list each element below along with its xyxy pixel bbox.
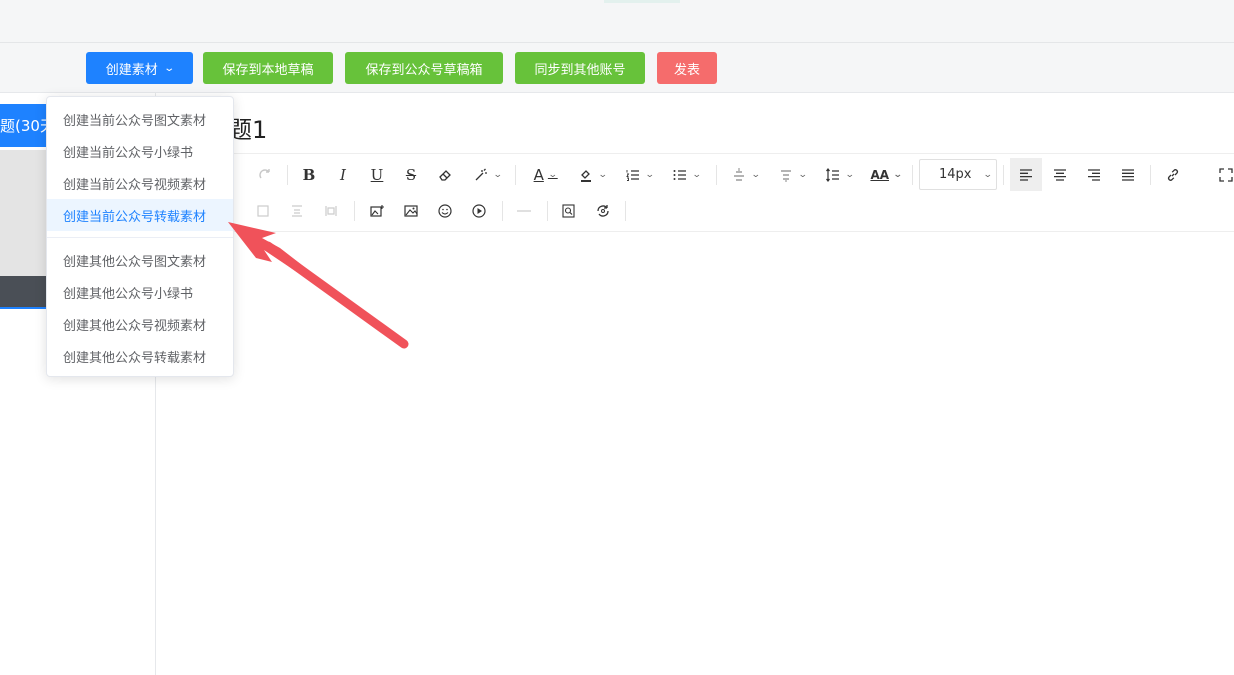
toolbar-divider xyxy=(1003,165,1004,185)
menu-item-current-green-book[interactable]: 创建当前公众号小绿书 xyxy=(47,135,233,167)
table-icon[interactable] xyxy=(286,199,308,223)
link-icon[interactable] xyxy=(1162,163,1184,187)
toolbar-divider xyxy=(547,201,548,221)
align-right-icon[interactable] xyxy=(1083,163,1105,187)
magic-format-icon[interactable]: ⌄ xyxy=(468,163,506,187)
emoji-icon[interactable] xyxy=(434,199,456,223)
top-header xyxy=(0,0,1234,43)
menu-item-current-video[interactable]: 创建当前公众号视频素材 xyxy=(47,167,233,199)
toolbar-bottom-border xyxy=(157,231,1234,232)
video-icon[interactable] xyxy=(468,199,490,223)
align-left-icon[interactable] xyxy=(1015,163,1037,187)
font-size-select[interactable]: 14px ⌄ xyxy=(919,159,997,190)
bold-icon[interactable]: B xyxy=(298,163,320,187)
article-tab-label: 题(30天 xyxy=(0,117,48,135)
toolbar-divider xyxy=(1150,165,1151,185)
outdent-icon[interactable]: ⌄ xyxy=(773,163,811,187)
font-family-icon[interactable]: AA ⌄ xyxy=(866,163,906,187)
toolbar-divider xyxy=(502,201,503,221)
menu-item-current-article[interactable]: 创建当前公众号图文素材 xyxy=(47,103,233,135)
fullscreen-icon[interactable] xyxy=(1218,163,1234,187)
strikethrough-icon[interactable]: S xyxy=(400,163,422,187)
eraser-icon[interactable] xyxy=(434,163,456,187)
menu-item-current-repost[interactable]: 创建当前公众号转载素材 xyxy=(47,199,233,231)
toolbar-divider xyxy=(716,165,717,185)
font-size-value: 14px xyxy=(939,167,972,182)
menu-divider xyxy=(47,237,233,238)
image-upload-icon[interactable] xyxy=(366,199,388,223)
tab-underline xyxy=(0,145,48,147)
save-local-draft-button[interactable]: 保存到本地草稿 xyxy=(203,52,333,84)
create-material-button[interactable]: 创建素材 ⌄ xyxy=(86,52,193,84)
replace-icon[interactable] xyxy=(592,199,614,223)
menu-item-other-video[interactable]: 创建其他公众号视频素材 xyxy=(47,308,233,340)
toolbar-divider xyxy=(625,201,626,221)
header-accent xyxy=(604,0,680,3)
align-center-icon[interactable] xyxy=(1049,163,1071,187)
table-icon[interactable] xyxy=(320,199,342,223)
divider-icon[interactable] xyxy=(513,199,535,223)
sync-accounts-button[interactable]: 同步到其他账号 xyxy=(515,52,645,84)
create-material-label: 创建素材 xyxy=(105,62,158,78)
chevron-down-icon: ⌄ xyxy=(163,62,175,74)
cover-thumbnail[interactable] xyxy=(0,150,48,276)
bullet-list-icon[interactable]: ⌄ xyxy=(667,163,705,187)
chevron-down-icon: ⌄ xyxy=(983,169,994,180)
toolbar-divider xyxy=(515,165,516,185)
image-icon[interactable] xyxy=(400,199,422,223)
toolbar-divider xyxy=(912,165,913,185)
toolbar-divider xyxy=(287,165,288,185)
italic-icon[interactable]: I xyxy=(332,163,354,187)
menu-item-other-green-book[interactable]: 创建其他公众号小绿书 xyxy=(47,276,233,308)
save-mp-draft-button[interactable]: 保存到公众号草稿箱 xyxy=(345,52,503,84)
ordered-list-icon[interactable]: ⌄ xyxy=(620,163,658,187)
menu-item-other-article[interactable]: 创建其他公众号图文素材 xyxy=(47,244,233,276)
toolbar-divider xyxy=(354,201,355,221)
underline-icon[interactable]: U xyxy=(366,163,388,187)
create-material-dropdown: 创建当前公众号图文素材 创建当前公众号小绿书 创建当前公众号视频素材 创建当前公… xyxy=(46,96,234,377)
toolbar-top-border xyxy=(157,153,1234,154)
redo-icon[interactable] xyxy=(254,163,276,187)
indent-icon[interactable]: ⌄ xyxy=(726,163,764,187)
publish-button[interactable]: 发表 xyxy=(657,52,717,84)
line-height-icon[interactable]: ⌄ xyxy=(820,163,858,187)
find-icon[interactable] xyxy=(558,199,580,223)
align-justify-icon[interactable] xyxy=(1117,163,1139,187)
background-color-icon[interactable]: ⌄ xyxy=(573,163,611,187)
menu-item-other-repost[interactable]: 创建其他公众号转载素材 xyxy=(47,340,233,372)
article-tab-active[interactable]: 题(30天 xyxy=(0,104,48,147)
table-icon[interactable] xyxy=(252,199,274,223)
font-color-icon[interactable]: A ⌄ xyxy=(526,163,564,187)
